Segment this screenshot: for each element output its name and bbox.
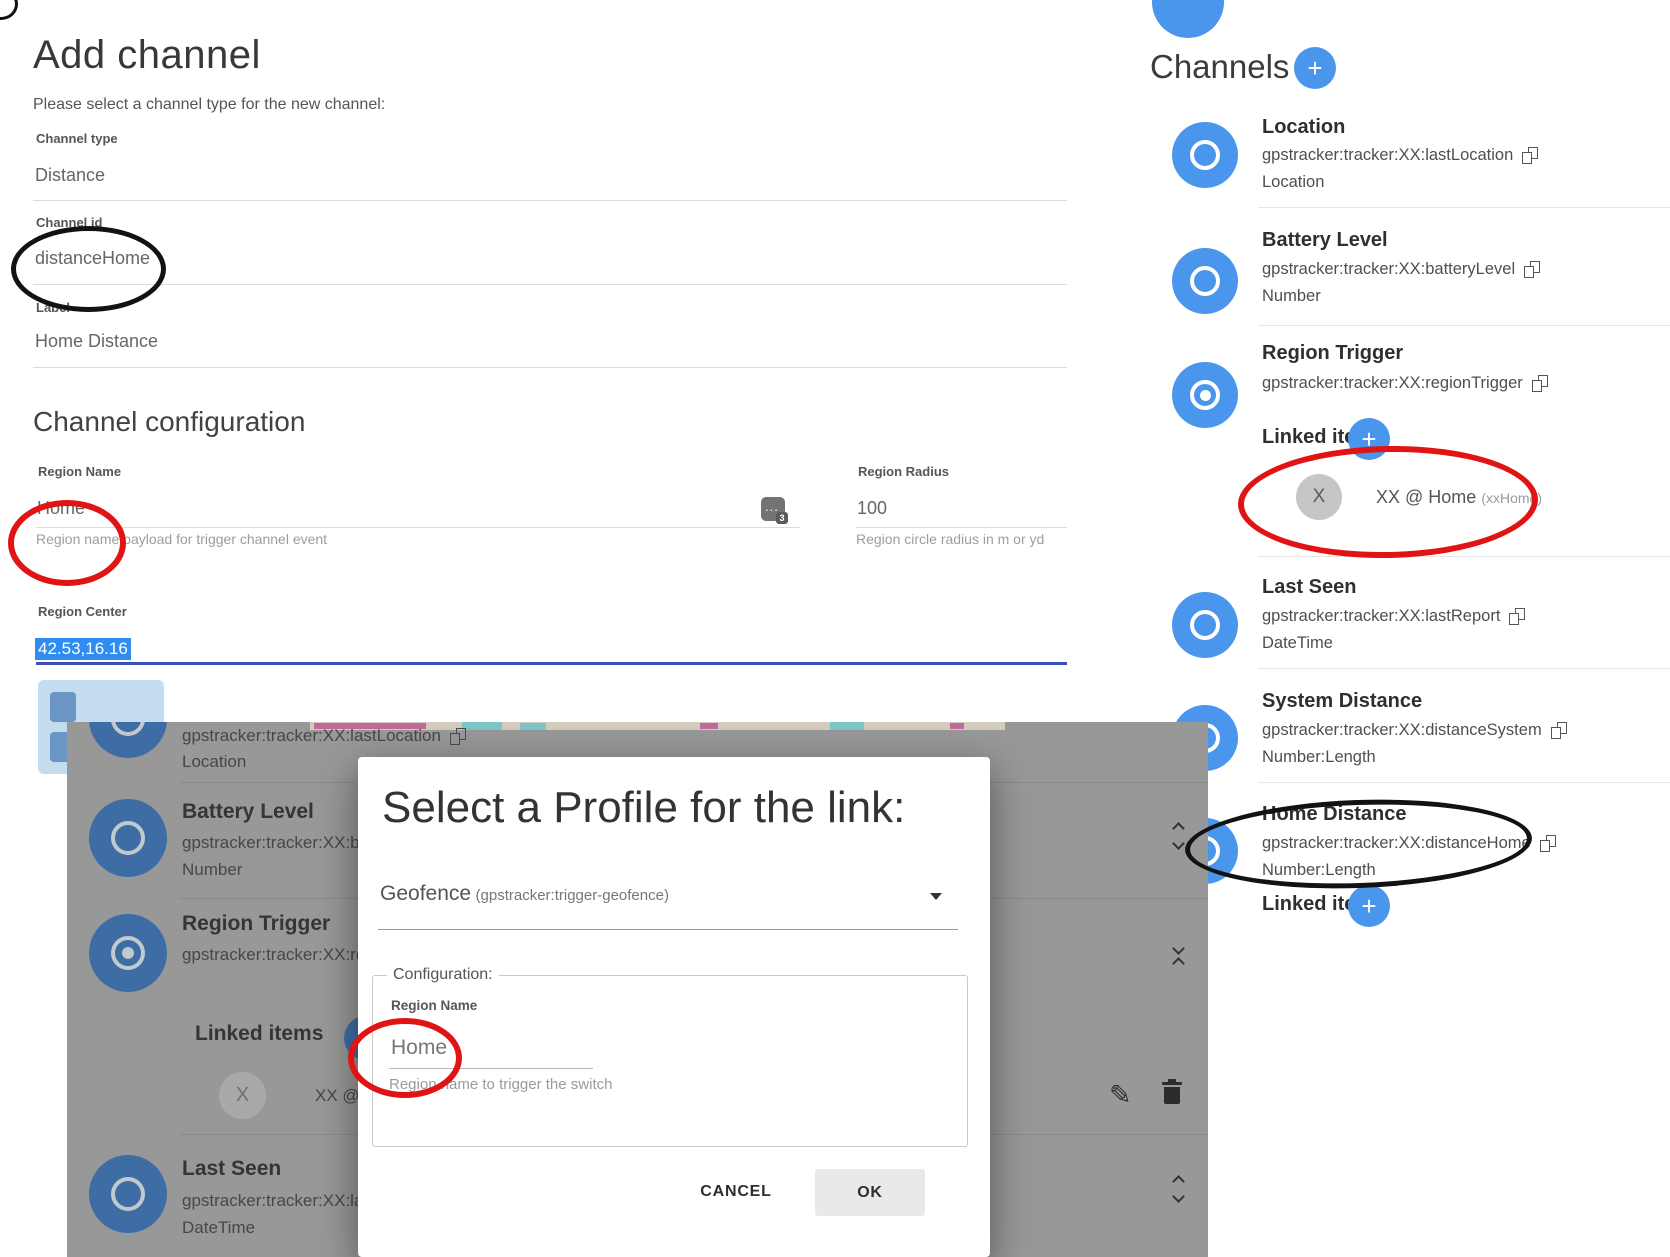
region-name-underline (36, 527, 800, 528)
dim-linked-item-avatar: X (219, 1072, 266, 1119)
channel-type-value[interactable]: Distance (35, 165, 105, 186)
copy-icon (450, 728, 466, 745)
channel-type: Number (1262, 287, 1321, 306)
dialog-region-name-label: Region Name (391, 998, 477, 1013)
channel-id-underline (33, 284, 1067, 285)
ok-button[interactable]: OK (815, 1169, 925, 1216)
half-circle-decoration (1152, 0, 1224, 50)
dim-channel-avatar (89, 799, 167, 877)
annotation-red-ellipse-region-name (8, 500, 126, 586)
page: Add channel Please select a channel type… (0, 0, 1670, 1257)
dim-channel-name: Battery Level (182, 800, 314, 824)
region-center-input[interactable]: 42.53,16.16 (35, 638, 131, 660)
copy-icon[interactable] (1551, 722, 1567, 739)
dim-channel-name: Last Seen (182, 1157, 281, 1181)
unfold-more-icon (1174, 1177, 1183, 1201)
profile-select[interactable]: Geofence (gpstracker:trigger-geofence) (380, 882, 669, 906)
divider (1258, 668, 1670, 669)
fieldset-legend: Configuration: (387, 966, 499, 984)
region-radius-underline (856, 527, 1067, 528)
unfold-more-icon (1174, 824, 1183, 848)
divider (1258, 325, 1670, 326)
channel-type: Number:Length (1262, 748, 1376, 767)
form-subtitle: Please select a channel type for the new… (33, 96, 385, 114)
channels-title: Channels (1150, 48, 1289, 86)
channel-type: DateTime (1262, 634, 1333, 653)
divider (1258, 207, 1670, 208)
copy-icon[interactable] (1522, 147, 1538, 164)
copy-icon[interactable] (1524, 261, 1540, 278)
channel-name: Battery Level (1262, 229, 1388, 252)
unfold-less-icon (1174, 944, 1183, 968)
form-filler-icon[interactable]: ... 3 (761, 497, 785, 521)
dim-channel-type: DateTime (182, 1218, 255, 1238)
channel-type-label: Channel type (36, 131, 118, 146)
dim-channel-avatar (89, 914, 167, 992)
section-title: Channel configuration (33, 406, 305, 438)
dropdown-arrow-icon[interactable] (930, 893, 942, 900)
plus-icon: + (1361, 891, 1376, 922)
dim-channel-type: Location (182, 752, 246, 772)
region-radius-hint: Region circle radius in m or yd (856, 531, 1044, 547)
dim-channel-avatar (89, 1155, 167, 1233)
edit-icon[interactable]: ✎ (1109, 1080, 1132, 1111)
plus-icon: + (1307, 53, 1322, 84)
annotation-black-ellipse-channel-id (11, 226, 166, 312)
channel-uid: gpstracker:tracker:XX:regionTrigger (1262, 374, 1523, 393)
channel-name: Region Trigger (1262, 342, 1403, 365)
channel-avatar-location[interactable] (1172, 122, 1238, 188)
dim-channel-name: Region Trigger (182, 912, 330, 936)
region-center-focus-underline (36, 662, 1067, 665)
dim-channel-avatar (89, 722, 167, 758)
copy-icon[interactable] (1540, 835, 1556, 852)
annotation-red-ellipse-dialog-home (348, 1018, 462, 1098)
select-underline (378, 929, 958, 930)
channel-type: Location (1262, 173, 1324, 192)
annotation-corner-arc (0, 0, 18, 20)
dim-channel-type: Number (182, 860, 242, 880)
cancel-button[interactable]: CANCEL (676, 1183, 796, 1201)
channel-avatar-battery[interactable] (1172, 248, 1238, 314)
profile-dialog: Select a Profile for the link: Geofence … (358, 757, 990, 1257)
dim-linked-items-heading: Linked items (195, 1022, 323, 1046)
channel-name: Last Seen (1262, 576, 1356, 599)
label-field-input[interactable]: Home Distance (35, 331, 158, 352)
channel-type-underline (33, 200, 1067, 201)
circle-icon (1190, 610, 1220, 640)
divider (1258, 556, 1670, 557)
dialog-title: Select a Profile for the link: (382, 783, 905, 833)
delete-icon[interactable] (1162, 1082, 1182, 1106)
channel-avatar-region-trigger[interactable] (1172, 362, 1238, 428)
divider (1258, 782, 1670, 783)
copy-icon[interactable] (1509, 608, 1525, 625)
region-radius-label: Region Radius (858, 464, 949, 479)
add-linked-item-button[interactable]: + (1348, 885, 1390, 927)
channel-name: Location (1262, 116, 1345, 139)
radio-circle-icon (1190, 380, 1220, 410)
region-name-label: Region Name (38, 464, 121, 479)
label-underline (33, 367, 1067, 368)
channel-avatar-last-seen[interactable] (1172, 592, 1238, 658)
copy-icon[interactable] (1532, 375, 1548, 392)
dim-channel-uid: gpstracker:tracker:XX:lastLocation (182, 726, 441, 746)
channel-uid: gpstracker:tracker:XX:lastLocation (1262, 146, 1513, 165)
page-title: Add channel (33, 33, 261, 78)
channel-uid: gpstracker:tracker:XX:distanceSystem (1262, 721, 1542, 740)
circle-icon (1190, 266, 1220, 296)
add-channel-button[interactable]: + (1294, 47, 1336, 89)
region-radius-input[interactable]: 100 (857, 498, 887, 519)
region-center-label: Region Center (38, 604, 127, 619)
channel-uid: gpstracker:tracker:XX:lastReport (1262, 607, 1500, 626)
channel-uid: gpstracker:tracker:XX:batteryLevel (1262, 260, 1515, 279)
circle-icon (1190, 140, 1220, 170)
channel-name: System Distance (1262, 690, 1422, 713)
